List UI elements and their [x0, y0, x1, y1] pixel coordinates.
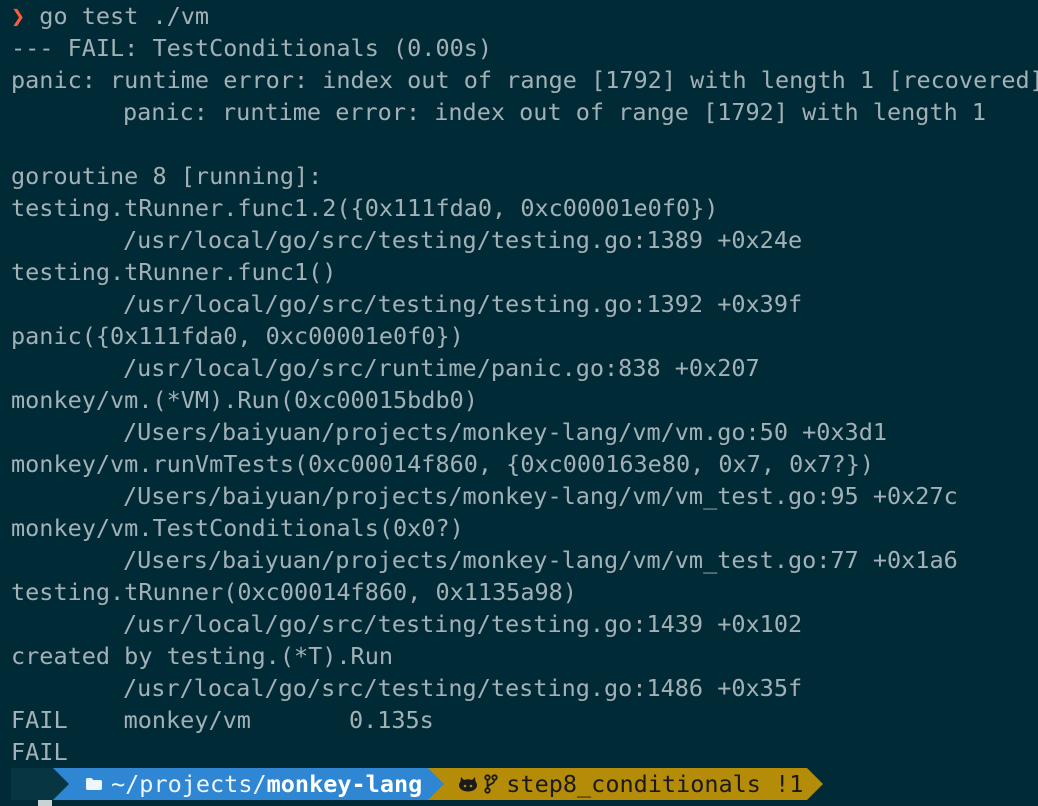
output-line: /usr/local/go/src/testing/testing.go:143…	[11, 608, 802, 640]
output-line: /Users/baiyuan/projects/monkey-lang/vm/v…	[11, 416, 887, 448]
output-text: /usr/local/go/src/testing/testing.go:148…	[123, 674, 803, 702]
output-line: /Users/baiyuan/projects/monkey-lang/vm/v…	[11, 480, 958, 512]
text-cursor	[38, 800, 52, 806]
output-text: /usr/local/go/src/testing/testing.go:138…	[123, 226, 803, 254]
command-text: go test ./vm	[25, 2, 210, 30]
output-text: /Users/baiyuan/projects/monkey-lang/vm/v…	[123, 546, 958, 574]
output-text: /usr/local/go/src/testing/testing.go:143…	[123, 610, 803, 638]
output-line: created by testing.(*T).Run	[11, 642, 394, 670]
prompt-segment-git: step8_conditionals !1	[444, 768, 808, 800]
output-line: testing.tRunner.func1.2({0x111fda0, 0xc0…	[11, 194, 719, 222]
prompt-separator	[428, 768, 445, 800]
folder-icon	[85, 777, 103, 791]
output-line: /usr/local/go/src/testing/testing.go:139…	[11, 288, 802, 320]
output-text: /usr/local/go/src/testing/testing.go:139…	[123, 290, 803, 318]
test-summary-line: FAIL monkey/vm 0.135s	[11, 704, 434, 736]
output-line: monkey/vm.(*VM).Run(0xc00015bdb0)	[11, 386, 478, 414]
github-icon	[458, 775, 478, 793]
prompt-separator	[53, 768, 69, 800]
output-text: /Users/baiyuan/projects/monkey-lang/vm/v…	[123, 482, 958, 510]
output-line: /usr/local/go/src/testing/testing.go:148…	[11, 672, 802, 704]
output-line: testing.tRunner.func1()	[11, 258, 337, 286]
output-line: monkey/vm.TestConditionals(0x0?)	[11, 514, 464, 542]
prompt-arrow: ❯	[11, 2, 26, 30]
terminal-window[interactable]: ❯ go test ./vm --- FAIL: TestConditional…	[0, 0, 1038, 806]
output-text: panic: runtime error: index out of range…	[123, 98, 987, 126]
summary-package: monkey/vm	[123, 706, 251, 734]
output-text: /Users/baiyuan/projects/monkey-lang/vm/v…	[123, 418, 888, 446]
output-text: /usr/local/go/src/runtime/panic.go:838 +…	[123, 354, 760, 382]
output-line: /usr/local/go/src/testing/testing.go:138…	[11, 224, 802, 256]
output-line: /Users/baiyuan/projects/monkey-lang/vm/v…	[11, 544, 958, 576]
prompt-segment-os	[11, 768, 97, 800]
git-branch-name: step8_conditionals !1	[506, 770, 804, 798]
prompt-segment-directory: ~/projects/monkey-lang	[69, 768, 429, 800]
prompt-separator	[807, 768, 824, 800]
output-line: --- FAIL: TestConditionals (0.00s)	[11, 34, 493, 62]
directory-name: monkey-lang	[266, 770, 423, 798]
output-line: monkey/vm.runVmTests(0xc00014f860, {0xc0…	[11, 450, 875, 478]
summary-duration: 0.135s	[348, 706, 434, 734]
command-line: ❯ go test ./vm	[11, 0, 209, 32]
output-line: testing.tRunner(0xc00014f860, 0x1135a98)	[11, 578, 577, 606]
directory-prefix: ~/projects/	[111, 770, 267, 798]
output-line: goroutine 8 [running]:	[11, 162, 323, 190]
summary-status: FAIL	[11, 706, 68, 734]
output-line: /usr/local/go/src/runtime/panic.go:838 +…	[11, 352, 760, 384]
output-line: panic: runtime error: index out of range…	[11, 96, 986, 128]
git-branch-icon	[484, 774, 498, 794]
output-line: panic: runtime error: index out of range…	[11, 66, 1038, 94]
prompt-bar: ~/projects/monkey-lang step8_conditional…	[11, 768, 824, 800]
output-line: panic({0x111fda0, 0xc00001e0f0})	[11, 322, 464, 350]
